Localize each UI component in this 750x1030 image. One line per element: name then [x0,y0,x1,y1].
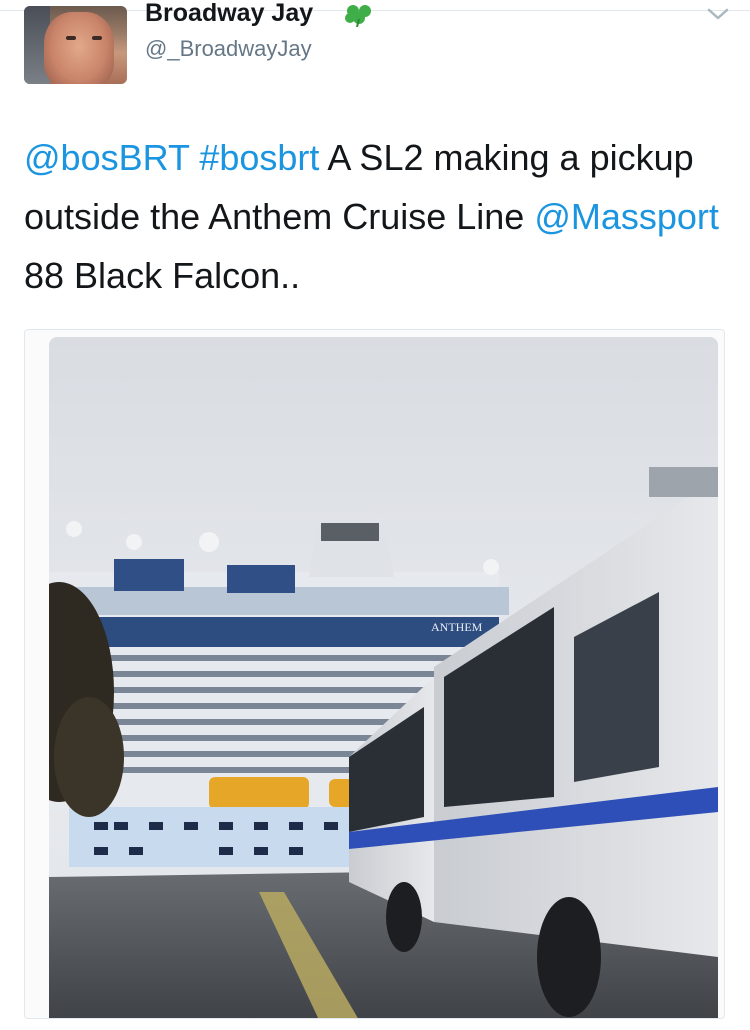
avatar-eye [66,36,76,40]
avatar-eye [92,36,102,40]
tweet-photo[interactable]: ANTHEM [49,337,718,1018]
avatar[interactable] [24,6,127,84]
chevron-down-icon[interactable] [706,6,730,22]
tweet-text: @bosBRT #bosbrt A SL2 making a pickup ou… [24,128,724,305]
media-card[interactable]: ANTHEM [24,329,725,1019]
mention-link[interactable]: @Massport [534,196,719,237]
user-handle[interactable]: @_BroadwayJay [145,36,312,62]
photo-illustration: ANTHEM [49,337,718,1018]
tweet-text-segment [189,137,199,178]
ship-name-text: ANTHEM [431,620,483,634]
avatar-face [44,12,114,84]
lifeboat [209,777,309,809]
tweet-text-segment: 88 Black Falcon.. [24,255,301,296]
mention-link[interactable]: @bosBRT [24,137,189,178]
shamrock-icon [345,5,371,27]
display-name[interactable]: Broadway Jay [145,0,313,26]
hashtag-link[interactable]: #bosbrt [199,137,319,178]
